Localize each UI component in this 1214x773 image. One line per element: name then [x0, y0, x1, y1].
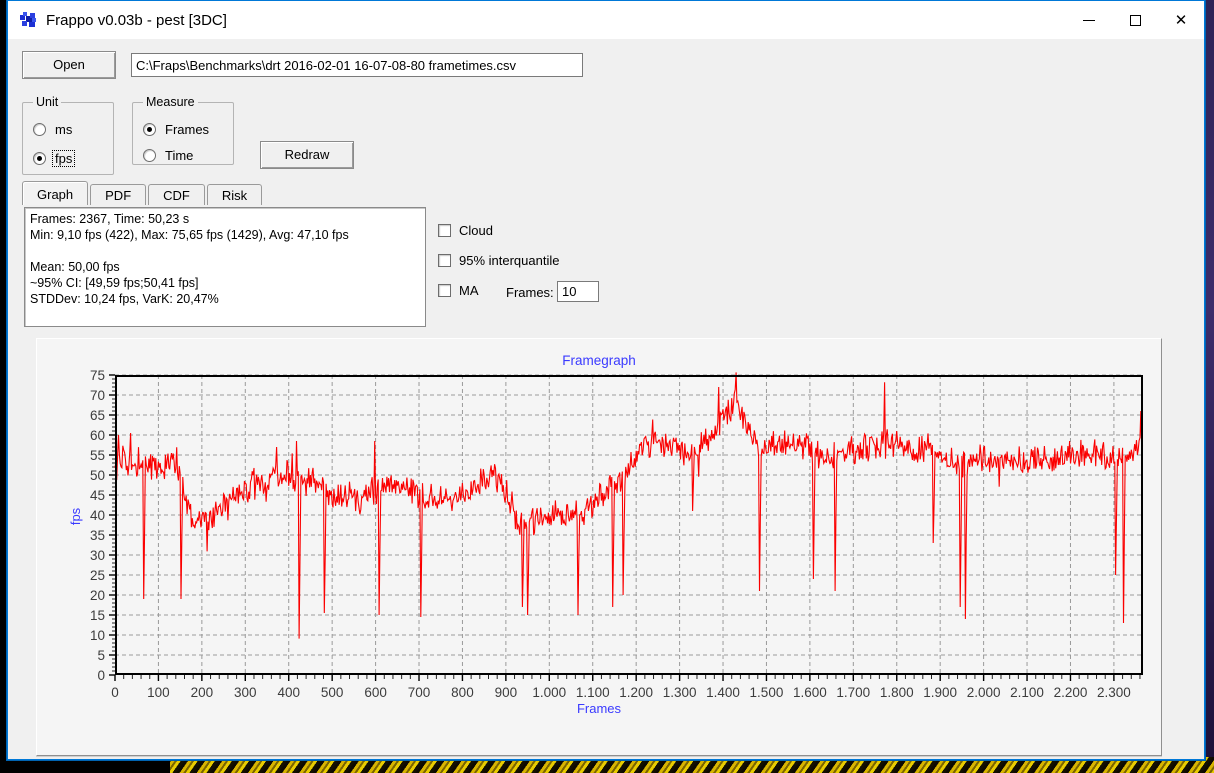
svg-text:35: 35 [90, 528, 105, 543]
svg-text:45: 45 [90, 488, 105, 503]
cloud-checkbox-row[interactable]: Cloud [438, 223, 493, 238]
svg-text:1.800: 1.800 [880, 685, 914, 700]
radio-time-label[interactable]: Time [163, 148, 195, 163]
measure-group-label: Measure [146, 95, 195, 109]
svg-text:50: 50 [90, 468, 105, 483]
radio-ms[interactable]: ms [33, 122, 105, 137]
svg-text:1.300: 1.300 [663, 685, 697, 700]
minimize-button[interactable] [1066, 1, 1112, 39]
svg-text:1.400: 1.400 [706, 685, 740, 700]
svg-text:1.600: 1.600 [793, 685, 827, 700]
svg-text:1.700: 1.700 [836, 685, 870, 700]
stats-line: STDDev: 10,24 fps, VarK: 20,47% [30, 292, 219, 306]
tab-cdf[interactable]: CDF [148, 184, 205, 205]
tab-pdf[interactable]: PDF [90, 184, 147, 205]
x-axis-label: Frames [576, 701, 622, 716]
minimize-icon [1083, 19, 1095, 21]
ma-checkbox[interactable] [438, 284, 451, 297]
svg-text:25: 25 [90, 568, 105, 583]
close-icon: ✕ [1174, 11, 1188, 29]
title-bar[interactable]: Frappo v0.03b - pest [3DC] ✕ [8, 1, 1204, 39]
svg-text:800: 800 [451, 685, 474, 700]
radio-time[interactable]: Time [143, 148, 225, 163]
svg-text:15: 15 [90, 608, 105, 623]
svg-text:600: 600 [364, 685, 387, 700]
svg-text:2.100: 2.100 [1010, 685, 1044, 700]
svg-text:20: 20 [90, 588, 105, 603]
tab-strip: Graph PDF CDF Risk [22, 181, 264, 205]
svg-text:500: 500 [321, 685, 344, 700]
svg-text:400: 400 [277, 685, 300, 700]
svg-text:2.200: 2.200 [1054, 685, 1088, 700]
ma-frames-input[interactable] [557, 281, 599, 302]
interquantile-checkbox-row[interactable]: 95% interquantile [438, 253, 559, 268]
svg-text:200: 200 [191, 685, 214, 700]
ma-checkbox-row[interactable]: MA [438, 283, 479, 298]
radio-fps-circle[interactable] [33, 152, 46, 165]
radio-time-circle[interactable] [143, 149, 156, 162]
radio-fps-label[interactable]: fps [51, 150, 76, 167]
svg-text:70: 70 [90, 388, 105, 403]
svg-text:1.500: 1.500 [750, 685, 784, 700]
framegraph-plot: 0 5 10 15 20 25 30 35 40 45 50 55 60 65 70 75 0 100 200 300… [90, 368, 1144, 700]
radio-frames-label[interactable]: Frames [163, 122, 211, 137]
svg-text:2.300: 2.300 [1097, 685, 1131, 700]
tab-graph[interactable]: Graph [22, 181, 89, 205]
y-axis-label: fps [68, 507, 84, 526]
svg-text:0: 0 [97, 668, 105, 683]
svg-text:700: 700 [408, 685, 431, 700]
app-icon [20, 12, 36, 27]
tab-risk[interactable]: Risk [206, 184, 263, 205]
stats-line: Frames: 2367, Time: 50,23 s [30, 212, 190, 226]
svg-text:65: 65 [90, 408, 105, 423]
ma-frames-label: Frames: [506, 285, 554, 300]
close-button[interactable]: ✕ [1158, 1, 1204, 39]
maximize-icon [1129, 14, 1141, 26]
stats-line: Min: 9,10 fps (422), Max: 75,65 fps (142… [30, 228, 349, 242]
svg-text:55: 55 [90, 448, 105, 463]
measure-groupbox: Measure Frames Time [132, 95, 234, 165]
redraw-button[interactable]: Redraw [260, 141, 354, 169]
svg-text:0: 0 [111, 685, 119, 700]
stats-line: ~95% CI: [49,59 fps;50,41 fps] [30, 276, 199, 290]
app-window: Frappo v0.03b - pest [3DC] ✕ Open Unit m… [7, 0, 1205, 760]
radio-frames-circle[interactable] [143, 123, 156, 136]
window-title: Frappo v0.03b - pest [3DC] [46, 11, 227, 29]
client-area: Open Unit ms fps Measure Frames Time [8, 39, 1204, 759]
svg-text:75: 75 [90, 368, 105, 383]
radio-fps[interactable]: fps [33, 150, 105, 167]
interquantile-checkbox[interactable] [438, 254, 451, 267]
unit-group-label: Unit [36, 95, 59, 109]
svg-text:300: 300 [234, 685, 257, 700]
file-path-input[interactable] [131, 53, 583, 77]
chart-panel: Framegraph fps Frames 0 5 10 15 20 25 30 35 40 45… [36, 338, 1162, 756]
cloud-checkbox[interactable] [438, 224, 451, 237]
unit-groupbox: Unit ms fps [22, 95, 114, 175]
interquantile-label[interactable]: 95% interquantile [459, 253, 559, 268]
svg-text:10: 10 [90, 628, 105, 643]
stats-line: Mean: 50,00 fps [30, 260, 120, 274]
svg-text:5: 5 [97, 648, 105, 663]
svg-text:100: 100 [147, 685, 170, 700]
svg-text:30: 30 [90, 548, 105, 563]
radio-frames[interactable]: Frames [143, 122, 225, 137]
svg-text:60: 60 [90, 428, 105, 443]
svg-text:1.900: 1.900 [923, 685, 957, 700]
maximize-button[interactable] [1112, 1, 1158, 39]
open-button[interactable]: Open [22, 51, 116, 79]
svg-text:1.000: 1.000 [532, 685, 566, 700]
chart-title: Framegraph [562, 353, 636, 368]
cloud-label[interactable]: Cloud [459, 223, 493, 238]
svg-text:1.200: 1.200 [619, 685, 653, 700]
stats-box: Frames: 2367, Time: 50,23 s Min: 9,10 fps… [24, 207, 426, 327]
svg-text:2.000: 2.000 [967, 685, 1001, 700]
svg-text:40: 40 [90, 508, 105, 523]
stats-line [30, 243, 420, 259]
svg-text:1.100: 1.100 [576, 685, 610, 700]
radio-ms-label[interactable]: ms [53, 122, 74, 137]
radio-ms-circle[interactable] [33, 123, 46, 136]
ma-label[interactable]: MA [459, 283, 479, 298]
desktop-wallpaper-right [1204, 0, 1214, 773]
svg-text:900: 900 [495, 685, 518, 700]
